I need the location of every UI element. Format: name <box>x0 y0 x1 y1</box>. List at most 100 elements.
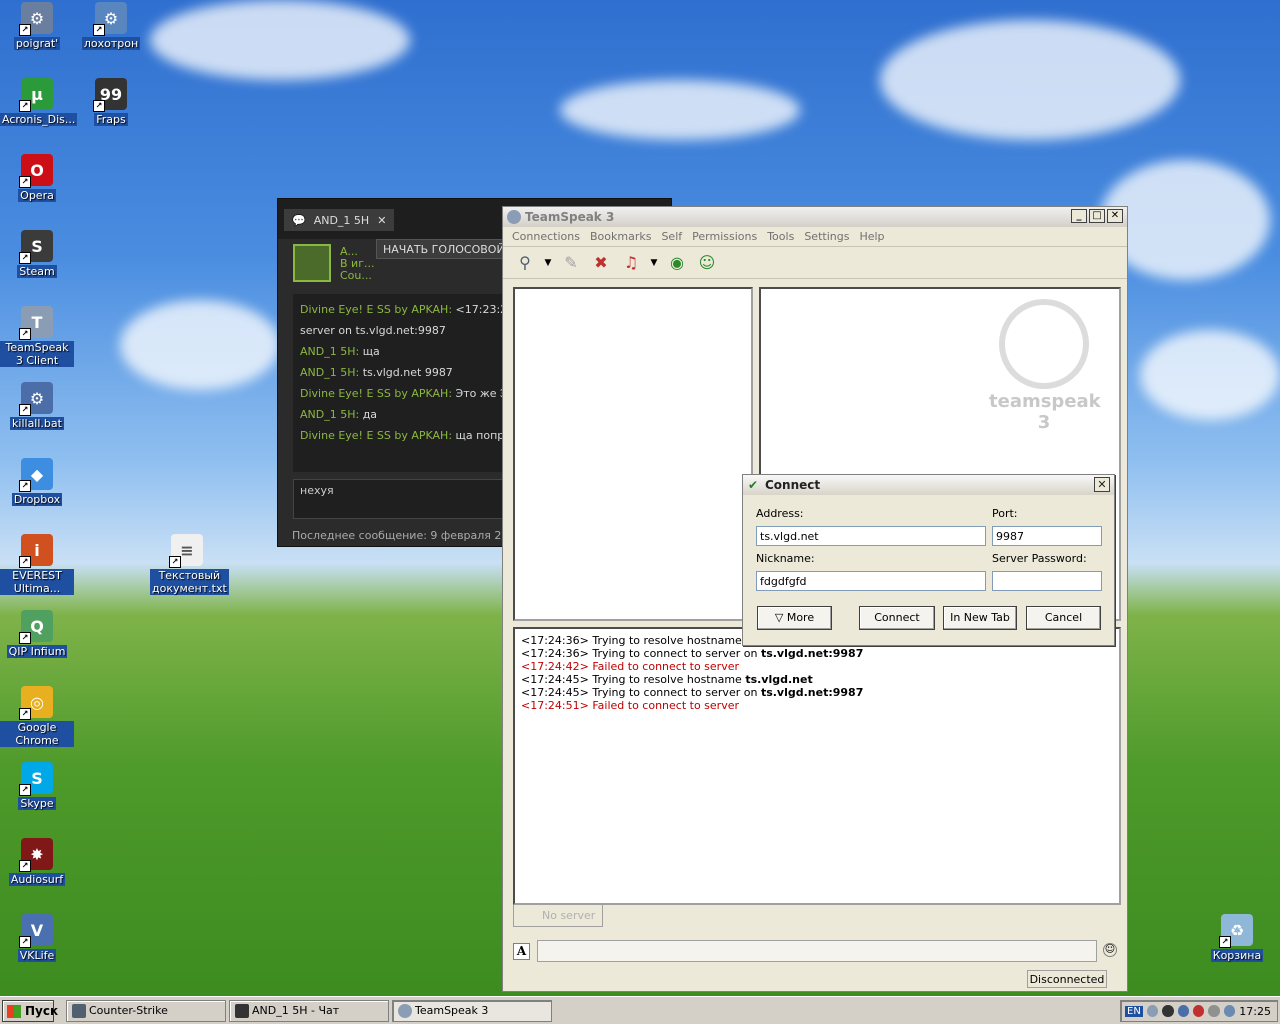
log-host: ts.vlgd.net <box>745 673 813 686</box>
desktop-icon[interactable]: ✸Audiosurf <box>0 838 74 886</box>
message-text: да <box>359 408 378 421</box>
log-text: Trying to resolve hostname <box>592 673 746 686</box>
channel-tree[interactable] <box>513 287 753 621</box>
new-tab-button[interactable]: In New Tab <box>943 606 1017 630</box>
window-controls: _ □ ✕ <box>1071 209 1123 223</box>
menu-self[interactable]: Self <box>656 227 687 246</box>
identity-icon[interactable]: ☺ <box>695 251 719 275</box>
task-steam-chat[interactable]: AND_1 5H - Чат <box>229 1000 389 1022</box>
desktop-icon-label: Acronis_Dis... <box>0 113 78 126</box>
desktop-icon[interactable]: ≡Текстовый документ.txt <box>150 534 229 595</box>
steam-icon: S <box>19 230 53 264</box>
desktop-icon-label: poigrat' <box>13 37 61 50</box>
bookmark-icon[interactable]: ✎ <box>559 251 583 275</box>
menu-bookmarks[interactable]: Bookmarks <box>585 227 656 246</box>
close-icon[interactable]: ✕ <box>1094 477 1110 492</box>
desktop-icon[interactable]: SSkype <box>0 762 74 810</box>
menu-settings[interactable]: Settings <box>799 227 854 246</box>
password-field[interactable] <box>992 571 1102 591</box>
teamspeak-tray-icon[interactable] <box>1146 1005 1159 1017</box>
mute-mic-icon[interactable]: ✖ <box>589 251 613 275</box>
task-counter-strike[interactable]: Counter-Strike <box>66 1000 226 1022</box>
desktop-icon[interactable]: TTeamSpeak 3 Client <box>0 306 74 367</box>
desktop-icon[interactable]: iEVEREST Ultima... <box>0 534 74 595</box>
desktop-icon[interactable]: ♻Корзина <box>1200 914 1274 962</box>
voice-chat-button[interactable]: НАЧАТЬ ГОЛОСОВОЙ ЧАТ <box>376 239 516 259</box>
teamspeak-icon: T <box>19 306 53 340</box>
speaker-tray-icon[interactable] <box>1208 1005 1220 1017</box>
desktop-icon-label: Dropbox <box>11 493 63 506</box>
avatar[interactable] <box>293 244 331 282</box>
port-field[interactable]: 9987 <box>992 526 1102 546</box>
desktop-icon[interactable]: 99Fraps <box>74 78 148 126</box>
connect-icon[interactable]: ⚲ <box>513 251 537 275</box>
log-text: Failed to connect to server <box>592 660 740 673</box>
log-time: <17:24:36> <box>521 647 593 660</box>
menu-permissions[interactable]: Permissions <box>687 227 762 246</box>
steam-tab-label: AND_1 5H <box>313 213 370 227</box>
start-button[interactable]: Пуск <box>2 1000 58 1022</box>
log-text: Trying to connect to server on <box>592 686 761 699</box>
desktop-icon[interactable]: ◆Dropbox <box>0 458 74 506</box>
connect-dialog[interactable]: ✔ Connect ✕ Address: ts.vlgd.net Port: 9… <box>742 474 1115 646</box>
desktop-icon[interactable]: OOpera <box>0 154 74 202</box>
desktop-icon[interactable]: ⚙лохотрон <box>74 2 148 50</box>
connection-status: Disconnected <box>1027 970 1107 988</box>
desktop-icon[interactable]: ⚙poigrat' <box>0 2 74 50</box>
log-time: <17:24:51> <box>521 699 593 712</box>
away-icon[interactable]: ◉ <box>665 251 689 275</box>
connect-icon: ✔ <box>748 478 759 492</box>
chat-bubble-icon: 💬 <box>292 213 306 227</box>
logo-text: teamspeak 3 <box>989 391 1101 433</box>
desktop-icon[interactable]: QQIP Infium <box>0 610 74 658</box>
desktop-icon[interactable]: VVKLife <box>0 914 74 962</box>
desktop-icon-label: Google Chrome <box>0 721 74 747</box>
font-icon[interactable]: A <box>513 943 530 960</box>
maximize-icon[interactable]: □ <box>1089 209 1105 223</box>
dialog-title: Connect <box>765 478 821 492</box>
close-icon[interactable]: ✕ <box>1107 209 1123 223</box>
nickname-field[interactable]: fdgdfgfd <box>756 571 986 591</box>
chevron-down-icon[interactable]: ▼ <box>543 251 553 275</box>
menu-connections[interactable]: Connections <box>507 227 585 246</box>
title-bar: TeamSpeak 3 _ □ ✕ <box>503 207 1127 227</box>
message-input[interactable] <box>537 940 1097 962</box>
network-tray-icon[interactable] <box>1177 1005 1190 1017</box>
desktop-icon[interactable]: ⚙killall.bat <box>0 382 74 430</box>
desktop-icon[interactable]: µAcronis_Dis... <box>0 78 78 126</box>
google-chrome-icon: ◎ <box>19 686 53 720</box>
language-indicator[interactable]: EN <box>1125 1005 1143 1017</box>
emoticon-icon[interactable]: ☺ <box>1103 943 1117 957</box>
steam-tray-icon[interactable] <box>1162 1005 1174 1017</box>
menu-tools[interactable]: Tools <box>762 227 799 246</box>
log-host: ts.vlgd.net:9987 <box>760 686 864 699</box>
task-label: TeamSpeak 3 <box>415 1004 489 1017</box>
steam-chat-tab[interactable]: 💬 AND_1 5H ✕ <box>284 209 395 231</box>
menu-help[interactable]: Help <box>854 227 889 246</box>
chevron-down-icon[interactable]: ▼ <box>649 251 659 275</box>
log-time: <17:24:45> <box>521 673 593 686</box>
task-teamspeak[interactable]: TeamSpeak 3 <box>392 1000 552 1022</box>
mute-speaker-icon[interactable]: ♫ <box>619 251 643 275</box>
message-text: server on ts.vlgd.net:9987 <box>300 324 446 337</box>
steam-icon <box>235 1004 249 1018</box>
update-tray-icon[interactable] <box>1223 1005 1236 1017</box>
cloud <box>880 20 1180 140</box>
desktop-icon-label: TeamSpeak 3 Client <box>0 341 74 367</box>
desktop-icon[interactable]: SSteam <box>0 230 74 278</box>
everest-icon: i <box>19 534 53 568</box>
teamspeak-logo: teamspeak 3 <box>989 299 1101 433</box>
cancel-button[interactable]: Cancel <box>1026 606 1101 630</box>
desktop-icon-label: Текстовый документ.txt <box>150 569 229 595</box>
more-button[interactable]: ▽ More <box>757 606 832 630</box>
address-field[interactable]: ts.vlgd.net <box>756 526 986 546</box>
desktop-icon[interactable]: ◎Google Chrome <box>0 686 74 747</box>
qip-tray-icon[interactable] <box>1193 1005 1205 1017</box>
server-tab[interactable]: No server <box>513 905 603 927</box>
close-icon[interactable]: ✕ <box>377 214 386 227</box>
connect-button[interactable]: Connect <box>859 606 935 630</box>
audiosurf-icon: ✸ <box>19 838 53 872</box>
desktop-icon-label: VKLife <box>17 949 57 962</box>
log-text: Trying to resolve hostname <box>592 634 746 647</box>
minimize-icon[interactable]: _ <box>1071 209 1087 223</box>
